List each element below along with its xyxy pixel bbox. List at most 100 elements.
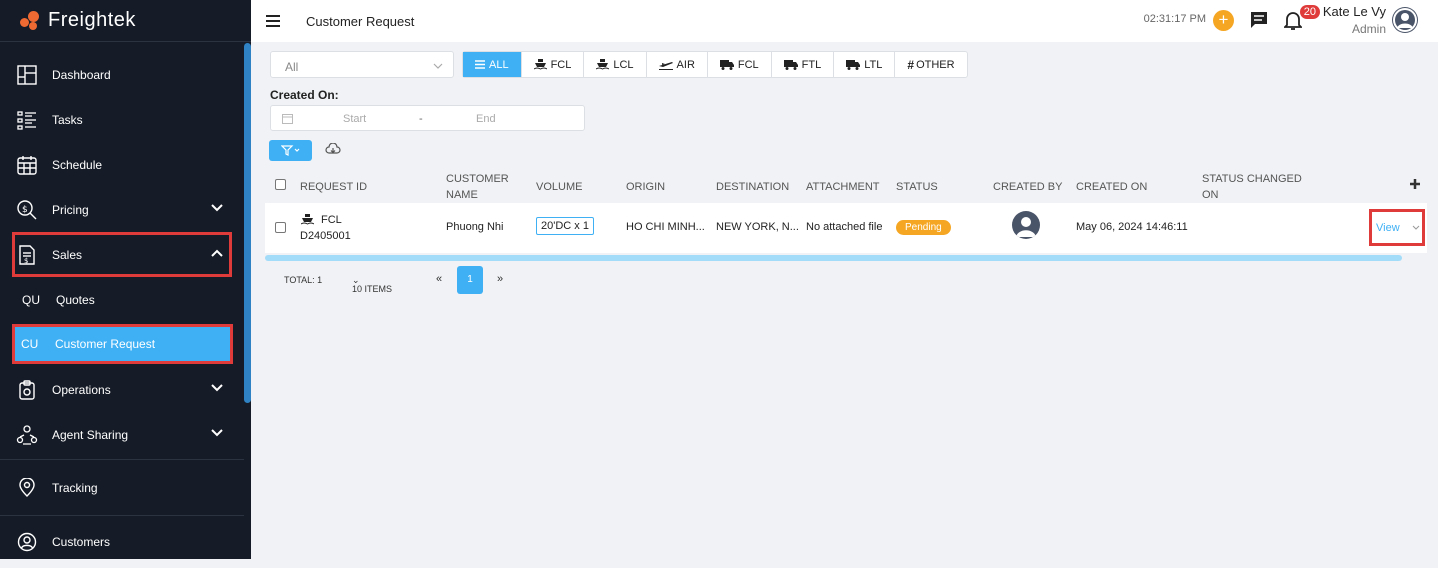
- sidebar-item-pricing[interactable]: $ Pricing: [0, 187, 244, 232]
- tab-ltl[interactable]: LTL: [834, 52, 896, 77]
- add-button[interactable]: +: [1213, 10, 1234, 31]
- column-header[interactable]: CREATED BY: [993, 179, 1062, 195]
- select-all-checkbox[interactable]: [275, 179, 286, 190]
- sidebar-item-label: Quotes: [56, 292, 95, 307]
- request-id[interactable]: D2405001: [300, 230, 351, 242]
- sidebar-item-customers[interactable]: Customers: [0, 516, 244, 568]
- tab-label: LTL: [864, 58, 883, 71]
- row-checkbox[interactable]: [275, 222, 286, 233]
- ship-icon: [301, 214, 314, 225]
- truck-icon: [719, 59, 734, 70]
- column-header[interactable]: STATUS CHANGED ON: [1202, 171, 1312, 203]
- column-header[interactable]: ORIGIN: [626, 179, 665, 195]
- sales-icon: $: [16, 244, 38, 266]
- user-name[interactable]: Kate Le Vy: [1323, 4, 1386, 19]
- tab-fcl-sea[interactable]: FCL: [522, 52, 585, 77]
- ship-icon: [533, 59, 547, 70]
- tab-label: FTL: [801, 58, 822, 71]
- column-header[interactable]: ATTACHMENT: [806, 179, 880, 195]
- brand-name: Freightek: [48, 9, 136, 31]
- column-header[interactable]: STATUS: [896, 179, 938, 195]
- chevron-up-icon: [211, 249, 223, 257]
- sidebar-item-label: Schedule: [52, 157, 103, 172]
- sidebar-item-operations[interactable]: Operations: [0, 367, 244, 412]
- mode-tabs: ALL FCL LCL AIR FCL FTL LTL # OTHER: [462, 51, 968, 78]
- attachment: No attached file: [806, 221, 883, 233]
- sidebar-item-label: Dashboard: [52, 67, 111, 82]
- column-header[interactable]: DESTINATION: [716, 179, 789, 195]
- column-header[interactable]: VOLUME: [536, 179, 582, 195]
- sidebar-item-tracking[interactable]: Tracking: [0, 460, 244, 515]
- sidebar-item-label: Customers: [52, 535, 111, 549]
- sidebar-item-abbr: QU: [22, 292, 40, 307]
- cloud-download-icon[interactable]: [325, 143, 341, 156]
- svg-text:$: $: [24, 257, 28, 265]
- pricing-icon: $: [16, 199, 38, 221]
- total-count: TOTAL: 1: [284, 275, 323, 285]
- prev-page-button[interactable]: «: [436, 273, 442, 285]
- table-horizontal-scrollbar[interactable]: [265, 255, 1402, 261]
- tab-all[interactable]: ALL: [463, 52, 522, 77]
- tab-label: LCL: [613, 58, 634, 71]
- type-select-value: All: [285, 60, 299, 74]
- top-header: Customer Request 02:31:17 PM + 20 Kate L…: [251, 0, 1438, 42]
- tab-air[interactable]: AIR: [647, 52, 708, 77]
- sidebar-scrollbar[interactable]: [244, 43, 251, 403]
- view-action[interactable]: View: [1369, 209, 1425, 246]
- table-row[interactable]: FCL D2405001 Phuong Nhi 20'DC x 1 HO CHI…: [265, 203, 1427, 253]
- status-badge: Pending: [896, 220, 951, 235]
- sidebar-item-tasks[interactable]: Tasks: [0, 97, 244, 142]
- sidebar-item-customer-request[interactable]: CU Customer Request: [12, 324, 233, 364]
- tab-ftl[interactable]: FTL: [772, 52, 835, 77]
- sidebar-item-label: Tracking: [52, 480, 98, 495]
- dashboard-icon: [16, 64, 38, 86]
- page-size-select[interactable]: 10 ITEMS ⌄: [352, 275, 392, 294]
- operations-icon: [16, 379, 38, 401]
- tab-fcl-truck[interactable]: FCL: [708, 52, 772, 77]
- page-size-value: 10 ITEMS: [352, 284, 393, 294]
- sidebar-item-dashboard[interactable]: Dashboard: [0, 52, 244, 97]
- chevron-down-icon: [211, 429, 223, 437]
- chevron-down-icon: [211, 204, 223, 212]
- avatar[interactable]: [1392, 7, 1418, 33]
- sidebar-item-agent-sharing[interactable]: Agent Sharing: [0, 412, 244, 457]
- chevron-down-icon: [211, 384, 223, 392]
- date-range-picker[interactable]: Start - End: [270, 105, 585, 131]
- page-button-current[interactable]: 1: [457, 266, 483, 294]
- agent-sharing-icon: [16, 424, 38, 446]
- tab-label: ALL: [489, 58, 509, 71]
- sidebar-item-schedule[interactable]: Schedule: [0, 142, 244, 187]
- column-header[interactable]: CREATED ON: [1076, 179, 1147, 195]
- sidebar: Freightek Dashboard Tasks Schedule $ Pri…: [0, 0, 251, 559]
- sidebar-item-label: Agent Sharing: [52, 427, 129, 442]
- filter-button[interactable]: [269, 140, 312, 161]
- column-header[interactable]: CUSTOMER NAME: [446, 171, 516, 203]
- range-separator: -: [419, 113, 423, 125]
- next-page-button[interactable]: »: [497, 273, 503, 285]
- brand[interactable]: Freightek: [0, 0, 251, 42]
- start-date-placeholder[interactable]: Start: [343, 113, 366, 125]
- column-header[interactable]: REQUEST ID: [300, 179, 367, 195]
- hash-icon: #: [907, 57, 915, 72]
- add-column-icon[interactable]: [1410, 179, 1420, 189]
- end-date-placeholder[interactable]: End: [476, 113, 496, 125]
- sidebar-item-quotes[interactable]: QU Quotes: [0, 277, 244, 322]
- avatar: [1012, 211, 1040, 239]
- tab-label: AIR: [676, 58, 695, 71]
- svg-text:$: $: [22, 205, 28, 215]
- tab-other[interactable]: # OTHER: [895, 52, 966, 77]
- hamburger-menu-icon[interactable]: [266, 15, 280, 27]
- destination: NEW YORK, N...: [716, 221, 799, 233]
- chevron-down-icon[interactable]: [1412, 225, 1420, 231]
- sidebar-item-sales[interactable]: $ Sales: [12, 232, 232, 277]
- chat-icon[interactable]: [1250, 11, 1268, 29]
- tab-lcl[interactable]: LCL: [584, 52, 647, 77]
- type-select[interactable]: All: [270, 51, 454, 78]
- origin: HO CHI MINH...: [626, 221, 705, 233]
- truck-icon: [783, 59, 798, 70]
- plane-icon: [658, 61, 673, 70]
- sidebar-item-label: Sales: [52, 247, 83, 262]
- volume-tag: 20'DC x 1: [536, 217, 594, 235]
- request-type: FCL: [321, 214, 342, 226]
- view-button[interactable]: View: [1376, 222, 1400, 234]
